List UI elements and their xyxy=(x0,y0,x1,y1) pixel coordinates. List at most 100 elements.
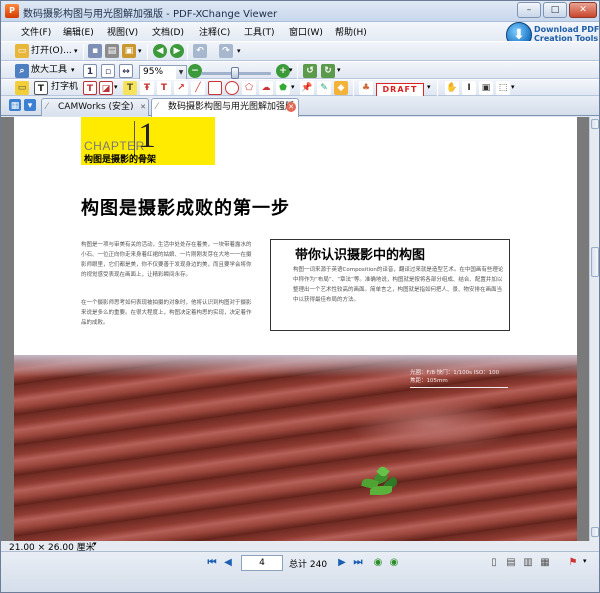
fit-page-icon[interactable]: ▫ xyxy=(101,64,115,78)
tab-active-document[interactable]: ⁄ 数码摄影构图与用光图解加强版 ✕ xyxy=(151,98,299,117)
menu-document[interactable]: 文档(D) xyxy=(152,25,184,38)
select-dropdown-chevron-icon[interactable]: ▾ xyxy=(511,79,515,95)
undo-icon[interactable]: ↶ xyxy=(193,44,207,58)
vertical-scrollbar[interactable] xyxy=(589,117,599,541)
hand-tool-icon[interactable]: ✋ xyxy=(445,81,459,95)
last-page-icon[interactable]: ⏭ xyxy=(351,556,365,570)
typewriter-icon[interactable]: T xyxy=(34,81,48,95)
close-button[interactable]: ✕ xyxy=(569,2,597,18)
pdf-page: CHAPTER 1 构图是摄影的骨架 构图是摄影成败的第一步 构图是一项与审美有… xyxy=(14,117,577,541)
next-page-icon[interactable]: ▶ xyxy=(335,556,349,570)
fit-width-icon[interactable]: ↔ xyxy=(119,64,133,78)
document-viewport[interactable]: CHAPTER 1 构图是摄影的骨架 构图是摄影成败的第一步 构图是一项与审美有… xyxy=(1,117,589,541)
pencil-icon[interactable]: ✎ xyxy=(317,81,331,95)
tab-close-icon[interactable]: ✕ xyxy=(286,102,296,112)
shape-dropdown-chevron-icon[interactable]: ▾ xyxy=(291,79,295,95)
polyline-icon[interactable]: ⬟ xyxy=(276,81,290,95)
open-button[interactable]: 打开(O)... xyxy=(31,43,72,59)
tab-grid-icon[interactable]: ▦ xyxy=(9,99,21,111)
scan-icon[interactable]: ▣ xyxy=(122,44,136,58)
zoom-slider[interactable] xyxy=(201,67,271,79)
scroll-thumb[interactable] xyxy=(591,247,599,277)
facing-continuous-view-icon[interactable]: ▦ xyxy=(538,556,552,570)
rotate-dropdown-chevron-icon[interactable]: ▾ xyxy=(337,62,341,78)
rotate-ccw-icon[interactable]: ↺ xyxy=(303,64,317,78)
scroll-up-arrow-icon[interactable] xyxy=(591,119,599,129)
body-paragraph-2: 在一个摄影师思考如何表现被拍摄的对象时，他将认识到构图对于摄影来说是多么的重要。… xyxy=(81,300,252,326)
rotate-cw-icon[interactable]: ↻ xyxy=(321,64,335,78)
save-icon[interactable]: ▪ xyxy=(88,44,102,58)
cloud-icon[interactable]: ☁ xyxy=(259,81,273,95)
strikeout-text-icon[interactable]: Ŧ xyxy=(140,81,154,95)
arrow-icon[interactable]: ↗ xyxy=(174,81,188,95)
app-window: P 数码摄影构图与用光图解加强版 - PDF-XChange Viewer – … xyxy=(0,0,600,593)
zoom-slider-thumb[interactable] xyxy=(231,67,239,79)
stamp-draft-button[interactable]: DRAFT xyxy=(376,83,424,97)
minimize-button[interactable]: – xyxy=(517,2,541,18)
zoom-tool-button[interactable]: 放大工具 xyxy=(31,62,67,78)
polygon-icon[interactable]: ⬠ xyxy=(242,81,256,95)
menu-window[interactable]: 窗口(W) xyxy=(289,25,323,38)
back-icon[interactable]: ◀ xyxy=(153,44,167,58)
pdf-options-icon[interactable]: ⚑ xyxy=(566,556,580,570)
eraser-icon[interactable]: ◆ xyxy=(334,81,348,95)
typewriter-button[interactable]: 打字机 xyxy=(51,79,78,95)
current-page-field[interactable]: 4 xyxy=(241,555,283,571)
print-icon[interactable]: ▤ xyxy=(105,44,119,58)
actual-size-icon[interactable]: 1 xyxy=(83,64,97,78)
highlight-text-icon[interactable]: T xyxy=(123,81,137,95)
zoom-out-icon[interactable]: − xyxy=(188,64,202,78)
first-page-icon[interactable]: ⏮ xyxy=(205,556,219,570)
underline-text-icon[interactable]: T xyxy=(157,81,171,95)
line-icon[interactable]: ╱ xyxy=(191,81,205,95)
zoom-tool-dropdown-chevron-icon[interactable]: ▾ xyxy=(71,62,75,78)
options-dropdown-chevron-icon[interactable]: ▾ xyxy=(583,557,587,565)
select-icon[interactable]: ⬚ xyxy=(496,81,510,95)
single-page-view-icon[interactable]: ▯ xyxy=(487,556,501,570)
sidebar-box-title: 带你认识摄影中的构图 xyxy=(295,248,426,263)
folder-open-icon[interactable]: ▭ xyxy=(15,44,29,58)
menu-view[interactable]: 视图(V) xyxy=(107,25,138,38)
stamp-icon[interactable]: ♣ xyxy=(359,81,373,95)
menu-edit[interactable]: 编辑(E) xyxy=(63,25,94,38)
continuous-view-icon[interactable]: ▤ xyxy=(504,556,518,570)
rectangle-icon[interactable] xyxy=(208,81,222,95)
select-text-icon[interactable]: Ⅰ xyxy=(462,81,476,95)
callout-icon[interactable]: ◪ xyxy=(99,81,113,95)
redo-icon[interactable]: ↷ xyxy=(219,44,233,58)
forward-icon[interactable]: ▶ xyxy=(170,44,184,58)
menu-comments[interactable]: 注释(C) xyxy=(199,25,230,38)
previous-page-icon[interactable]: ◀ xyxy=(221,556,235,570)
snapshot-icon[interactable]: ▣ xyxy=(479,81,493,95)
pdf-xchange-icon: P xyxy=(5,4,19,18)
tab-camworks[interactable]: ⁄ CAMWorks (安全) ✕ xyxy=(41,98,149,116)
scroll-down-arrow-icon[interactable] xyxy=(591,527,599,537)
menu-tools[interactable]: 工具(T) xyxy=(244,25,275,38)
text-box-icon[interactable]: T xyxy=(83,81,97,95)
callout-dropdown-chevron-icon[interactable]: ▾ xyxy=(114,79,118,95)
redo-dropdown-chevron-icon[interactable]: ▾ xyxy=(237,43,241,59)
zoom-in-icon[interactable]: + xyxy=(276,64,290,78)
facing-view-icon[interactable]: ▥ xyxy=(521,556,535,570)
menu-file[interactable]: 文件(F) xyxy=(21,25,51,38)
tab-close-icon[interactable]: ✕ xyxy=(138,102,148,112)
previous-view-icon[interactable]: ◉ xyxy=(371,556,385,570)
pin-icon[interactable]: 📌 xyxy=(300,81,314,95)
maximize-button[interactable]: □ xyxy=(543,2,567,18)
open-dropdown-chevron-icon[interactable]: ▾ xyxy=(74,43,78,59)
page-size-dropdown-chevron-icon[interactable]: ▾ xyxy=(93,540,97,548)
zoom-in-tool-icon[interactable]: ⌕ xyxy=(15,64,29,78)
scan-dropdown-chevron-icon[interactable]: ▾ xyxy=(138,43,142,59)
menu-help[interactable]: 帮助(H) xyxy=(335,25,367,38)
tab-list-icon[interactable]: ▾ xyxy=(24,99,36,111)
zoom-level-field[interactable]: 95% ▼ xyxy=(139,65,187,80)
stamp-dropdown-chevron-icon[interactable]: ▾ xyxy=(427,79,431,95)
oval-icon[interactable] xyxy=(225,81,239,95)
chapter-number: 1 xyxy=(138,117,156,155)
tab-active-label: 数码摄影构图与用光图解加强版 xyxy=(168,102,295,112)
zoom-in-dropdown-chevron-icon[interactable]: ▾ xyxy=(289,62,293,78)
next-view-icon[interactable]: ◉ xyxy=(387,556,401,570)
zoom-dropdown-chevron-icon[interactable]: ▼ xyxy=(176,66,186,79)
sticky-note-icon[interactable]: ▭ xyxy=(15,81,29,95)
toolbar-comment: ▭ T 打字机 T ◪ ▾ T Ŧ T ↗ ╱ ⬠ ☁ ⬟ ▾ 📌 ✎ ◆ ♣ … xyxy=(1,79,599,97)
